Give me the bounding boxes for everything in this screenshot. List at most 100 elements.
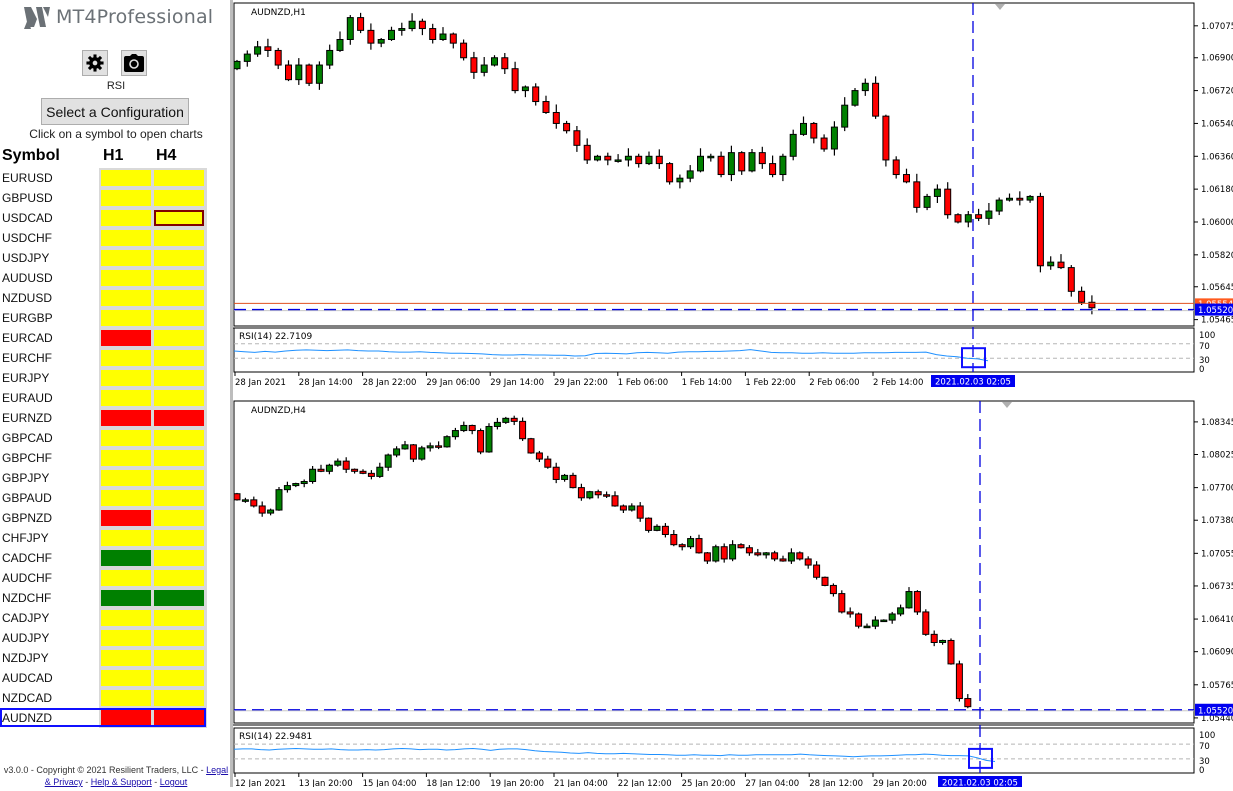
symbol-row-gbpaud[interactable]: GBPAUD bbox=[0, 488, 232, 508]
symbol-row-eurjpy[interactable]: EURJPY bbox=[0, 368, 232, 388]
settings-button[interactable] bbox=[82, 50, 108, 76]
signal-cell-h4[interactable] bbox=[154, 270, 204, 286]
candle-body bbox=[748, 152, 756, 172]
symbol-row-gbpnzd[interactable]: GBPNZD bbox=[0, 508, 232, 528]
symbol-row-usdjpy[interactable]: USDJPY bbox=[0, 248, 232, 268]
signal-cell-h4[interactable] bbox=[154, 570, 204, 586]
chart-window-h4[interactable]: AUDNZD,H4 1.08345 1.08025 1.07700 1.07380 1.0… bbox=[233, 398, 1233, 789]
screenshot-button[interactable] bbox=[121, 50, 147, 76]
candle-body bbox=[443, 436, 451, 448]
symbol-row-usdcad[interactable]: USDCAD bbox=[0, 208, 232, 228]
signal-cell-h1[interactable] bbox=[101, 690, 151, 706]
symbol-row-nzdjpy[interactable]: NZDJPY bbox=[0, 648, 232, 668]
candle-body bbox=[317, 468, 325, 472]
symbol-row-nzdcad[interactable]: NZDCAD bbox=[0, 688, 232, 708]
signal-cell-h4[interactable] bbox=[154, 590, 204, 606]
signal-cell-h4[interactable] bbox=[154, 690, 204, 706]
signal-cell-h1[interactable] bbox=[101, 190, 151, 206]
signal-cell-h4[interactable] bbox=[154, 190, 204, 206]
signal-cell-h1[interactable] bbox=[101, 350, 151, 366]
signal-cell-h1[interactable] bbox=[101, 410, 151, 426]
signal-cell-h4[interactable] bbox=[154, 250, 204, 266]
signal-cell-h4[interactable] bbox=[154, 350, 204, 366]
symbol-row-eurusd[interactable]: EURUSD bbox=[0, 168, 232, 188]
symbol-row-audchf[interactable]: AUDCHF bbox=[0, 568, 232, 588]
signal-cell-h1[interactable] bbox=[101, 170, 151, 186]
signal-cell-h1[interactable] bbox=[101, 490, 151, 506]
symbol-row-usdchf[interactable]: USDCHF bbox=[0, 228, 232, 248]
symbol-row-audcad[interactable]: AUDCAD bbox=[0, 668, 232, 688]
signal-cell-h4[interactable] bbox=[154, 370, 204, 386]
signal-cell-h1[interactable] bbox=[101, 250, 151, 266]
signal-cell-h1[interactable] bbox=[101, 430, 151, 446]
signal-cell-h1[interactable] bbox=[101, 650, 151, 666]
signal-cell-h4[interactable] bbox=[154, 310, 204, 326]
symbol-row-chfjpy[interactable]: CHFJPY bbox=[0, 528, 232, 548]
symbol-row-nzdchf[interactable]: NZDCHF bbox=[0, 588, 232, 608]
signal-cell-h4[interactable] bbox=[154, 610, 204, 626]
signal-cell-h4[interactable] bbox=[154, 210, 204, 226]
signal-cell-h4[interactable] bbox=[154, 390, 204, 406]
signal-cell-h4[interactable] bbox=[154, 450, 204, 466]
chart-h4[interactable]: AUDNZD,H4 1.08345 1.08025 1.07700 1.07380 1.0… bbox=[233, 398, 1233, 789]
signal-cell-h4[interactable] bbox=[154, 230, 204, 246]
signal-cell-h1[interactable] bbox=[101, 230, 151, 246]
signal-cell-h1[interactable] bbox=[101, 310, 151, 326]
signal-cell-h1[interactable] bbox=[101, 510, 151, 526]
signal-cell-h4[interactable] bbox=[154, 290, 204, 306]
symbol-row-cadchf[interactable]: CADCHF bbox=[0, 548, 232, 568]
symbol-name: USDJPY bbox=[2, 251, 50, 265]
symbol-row-eurnzd[interactable]: EURNZD bbox=[0, 408, 232, 428]
candle-body bbox=[274, 49, 282, 66]
signal-cell-h4[interactable] bbox=[154, 470, 204, 486]
chart-h1[interactable]: AUDNZD,H1 1.07075 1.06900 1.06720 1.06540 1.0… bbox=[233, 0, 1233, 398]
logo-icon bbox=[24, 7, 50, 29]
signal-cell-h1[interactable] bbox=[101, 270, 151, 286]
signal-cell-h4[interactable] bbox=[154, 510, 204, 526]
candle-body bbox=[995, 199, 1003, 212]
signal-cell-h1[interactable] bbox=[101, 670, 151, 686]
signal-cell-h4[interactable] bbox=[154, 530, 204, 546]
symbol-row-gbpcad[interactable]: GBPCAD bbox=[0, 428, 232, 448]
signal-cell-h1[interactable] bbox=[101, 550, 151, 566]
signal-cell-h4[interactable] bbox=[154, 330, 204, 346]
symbol-row-eurgbp[interactable]: EURGBP bbox=[0, 308, 232, 328]
symbol-row-nzdusd[interactable]: NZDUSD bbox=[0, 288, 232, 308]
signal-cell-h4[interactable] bbox=[154, 410, 204, 426]
signal-cell-h1[interactable] bbox=[101, 210, 151, 226]
symbol-row-eurchf[interactable]: EURCHF bbox=[0, 348, 232, 368]
signal-cell-h4[interactable] bbox=[154, 430, 204, 446]
signal-cell-h1[interactable] bbox=[101, 330, 151, 346]
signal-cell-h4[interactable] bbox=[154, 650, 204, 666]
symbol-row-cadjpy[interactable]: CADJPY bbox=[0, 608, 232, 628]
symbol-row-euraud[interactable]: EURAUD bbox=[0, 388, 232, 408]
signal-cell-h1[interactable] bbox=[101, 390, 151, 406]
signal-cell-h1[interactable] bbox=[101, 570, 151, 586]
signal-cell-h1[interactable] bbox=[101, 470, 151, 486]
logout-link[interactable]: Logout bbox=[160, 777, 188, 787]
signal-cell-h1[interactable] bbox=[101, 610, 151, 626]
select-configuration-button[interactable]: Select a Configuration bbox=[41, 98, 189, 125]
symbol-row-eurcad[interactable]: EURCAD bbox=[0, 328, 232, 348]
symbol-row-audjpy[interactable]: AUDJPY bbox=[0, 628, 232, 648]
candle-body bbox=[686, 170, 694, 179]
chart-window-h1[interactable]: AUDNZD,H1 1.07075 1.06900 1.06720 1.06540 1.0… bbox=[233, 0, 1233, 398]
symbol-name: AUDCHF bbox=[2, 571, 52, 585]
signal-cell-h1[interactable] bbox=[101, 370, 151, 386]
symbol-row-gbpusd[interactable]: GBPUSD bbox=[0, 188, 232, 208]
signal-cell-h1[interactable] bbox=[101, 450, 151, 466]
symbol-row-gbpjpy[interactable]: GBPJPY bbox=[0, 468, 232, 488]
signal-cell-h4[interactable] bbox=[154, 490, 204, 506]
symbol-row-audusd[interactable]: AUDUSD bbox=[0, 268, 232, 288]
signal-cell-h1[interactable] bbox=[101, 530, 151, 546]
signal-cell-h1[interactable] bbox=[101, 630, 151, 646]
signal-cell-h4[interactable] bbox=[154, 170, 204, 186]
help-support-link[interactable]: Help & Support bbox=[91, 777, 152, 787]
symbol-row-gbpchf[interactable]: GBPCHF bbox=[0, 448, 232, 468]
signal-cell-h4[interactable] bbox=[154, 550, 204, 566]
signal-cell-h1[interactable] bbox=[101, 590, 151, 606]
signal-cell-h4[interactable] bbox=[154, 630, 204, 646]
symbol-row-audnzd[interactable]: AUDNZD bbox=[0, 708, 232, 728]
signal-cell-h1[interactable] bbox=[101, 290, 151, 306]
signal-cell-h4[interactable] bbox=[154, 670, 204, 686]
